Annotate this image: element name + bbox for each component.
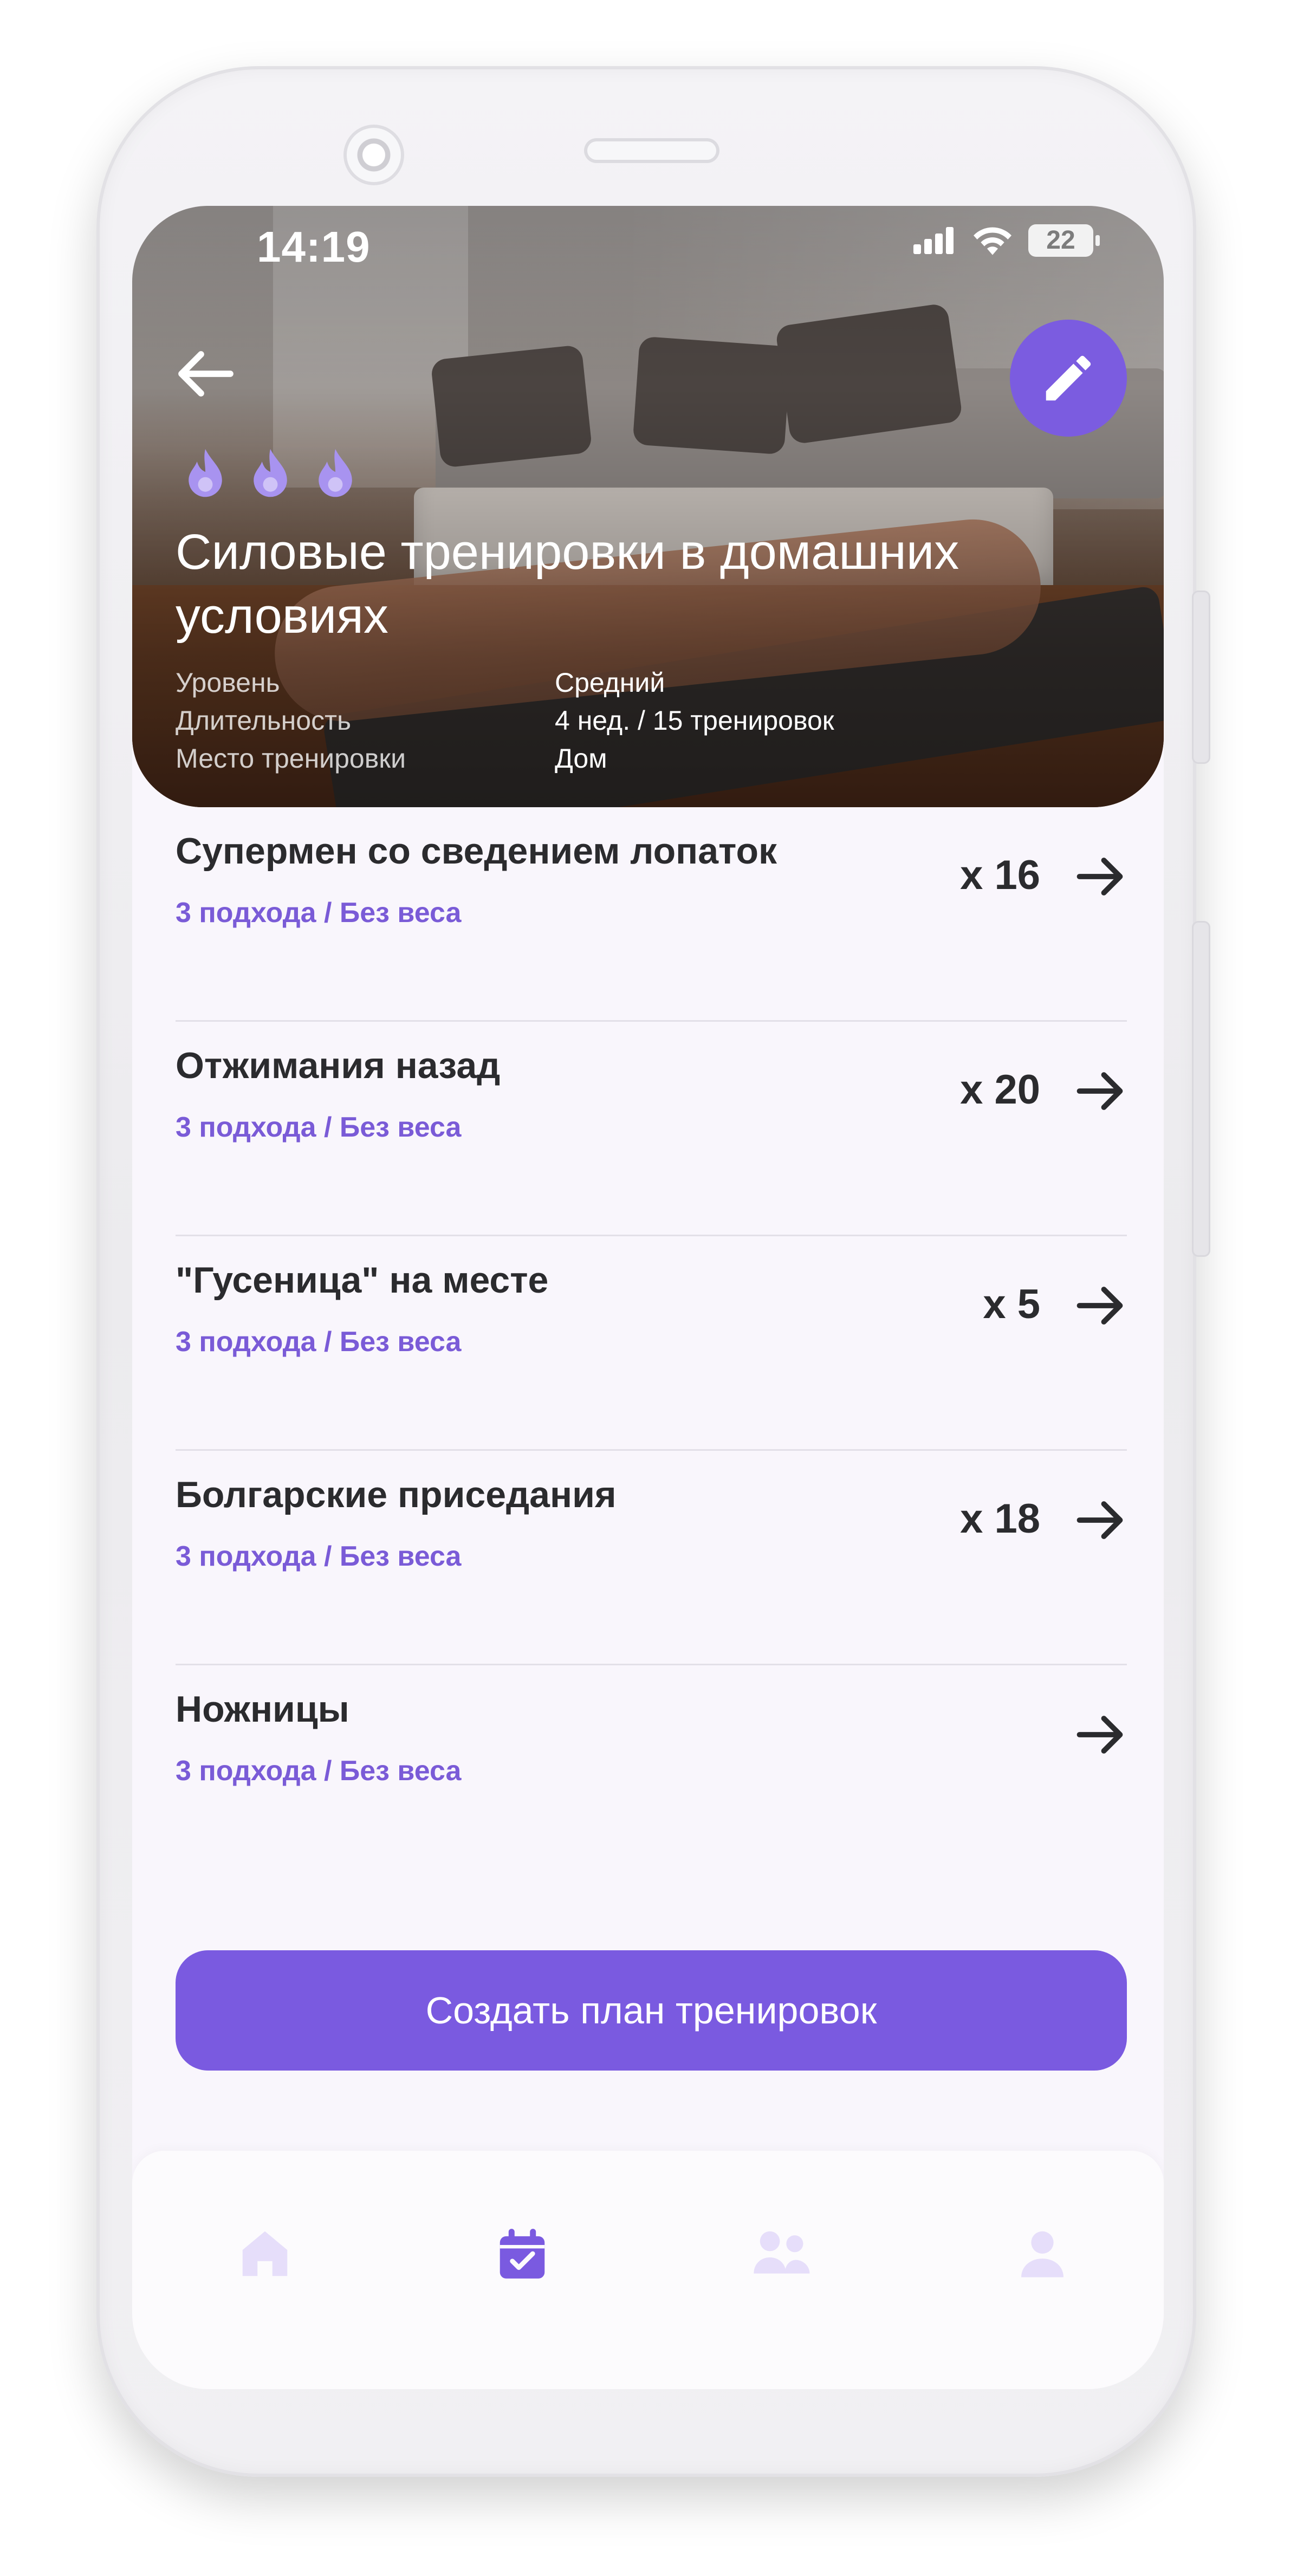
back-button[interactable] — [173, 344, 238, 404]
earpiece-speaker — [584, 138, 719, 163]
edit-button[interactable] — [1010, 320, 1127, 437]
detail-row-duration: Длительность 4 нед. / 15 тренировок — [176, 702, 1042, 739]
detail-value: Дом — [555, 743, 607, 774]
arrow-right-icon[interactable] — [1073, 1708, 1127, 1762]
detail-value: Средний — [555, 667, 665, 698]
exercise-reps: x 5 — [983, 1281, 1040, 1327]
hero-banner: 14:19 22 Силовые тренировки в домашних у… — [132, 206, 1164, 807]
detail-label: Уровень — [176, 667, 280, 698]
detail-row-location: Место тренировки Дом — [176, 739, 1042, 777]
arrow-left-icon — [178, 351, 234, 397]
pencil-icon — [1046, 355, 1091, 401]
detail-value: 4 нед. / 15 тренировок — [555, 705, 834, 736]
exercise-item[interactable]: Болгарские приседания 3 подхода / Без ве… — [176, 1451, 1127, 1665]
exercise-sets: 3 подхода / Без веса — [176, 1326, 462, 1358]
exercise-sets: 3 подхода / Без веса — [176, 1112, 462, 1143]
arrow-right-icon[interactable] — [1073, 849, 1127, 904]
community-icon — [754, 2231, 810, 2274]
exercise-sets: 3 подхода / Без веса — [176, 1541, 462, 1572]
exercise-item[interactable]: Супермен со сведением лопаток 3 подхода … — [176, 807, 1127, 1022]
detail-row-level: Уровень Средний — [176, 664, 1042, 702]
front-camera — [343, 125, 404, 185]
app-screen: 14:19 22 Силовые тренировки в домашних у… — [132, 206, 1164, 2389]
detail-label: Длительность — [176, 705, 352, 736]
exercise-list: Супермен со сведением лопаток 3 подхода … — [176, 807, 1127, 1878]
volume-button — [1192, 591, 1210, 764]
exercise-item[interactable]: "Гусеница" на месте 3 подхода / Без веса… — [176, 1236, 1127, 1451]
exercise-item[interactable]: Отжимания назад 3 подхода / Без веса x 2… — [176, 1022, 1127, 1236]
tab-home[interactable] — [227, 2216, 303, 2292]
program-details: Уровень Средний Длительность 4 нед. / 15… — [176, 664, 1042, 777]
exercise-item[interactable]: Ножницы 3 подхода / Без веса — [176, 1665, 1127, 1878]
page: 14:19 22 Силовые тренировки в домашних у… — [0, 0, 1310, 2576]
create-plan-button[interactable]: Создать план тренировок — [176, 1950, 1127, 2071]
power-button — [1192, 921, 1210, 1257]
exercise-name: Ножницы — [176, 1689, 349, 1730]
arrow-right-icon[interactable] — [1073, 1064, 1127, 1118]
exercise-name: Отжимания назад — [176, 1045, 501, 1086]
exercise-reps: x 18 — [960, 1496, 1040, 1542]
profile-icon — [1021, 2231, 1063, 2277]
arrow-right-icon[interactable] — [1073, 1493, 1127, 1547]
status-icons: 22 — [913, 224, 1100, 257]
exercise-name: Болгарские приседания — [176, 1474, 617, 1515]
tab-plans[interactable] — [484, 2216, 560, 2292]
status-time: 14:19 — [257, 223, 371, 271]
exercise-sets: 3 подхода / Без веса — [176, 1755, 462, 1787]
flame-icon — [181, 444, 230, 504]
arrow-right-icon[interactable] — [1073, 1279, 1127, 1333]
program-title: Силовые тренировки в домашних условиях — [176, 524, 959, 644]
exercise-sets: 3 подхода / Без веса — [176, 897, 462, 929]
wifi-icon — [974, 227, 1011, 255]
signal-icon — [913, 227, 957, 254]
exercise-name: "Гусеница" на месте — [176, 1260, 549, 1301]
battery-indicator: 22 — [1028, 224, 1100, 257]
flame-icon — [246, 444, 295, 504]
bottom-tab-bar — [132, 2151, 1164, 2389]
exercise-name: Супермен со сведением лопаток — [176, 830, 777, 872]
exercise-reps: x 16 — [960, 852, 1040, 898]
calendar-check-icon — [500, 2229, 545, 2279]
home-icon — [242, 2231, 288, 2276]
tab-community[interactable] — [744, 2216, 820, 2292]
exercise-reps: x 20 — [960, 1067, 1040, 1113]
tab-profile[interactable] — [1004, 2216, 1080, 2292]
detail-label: Место тренировки — [176, 743, 406, 774]
flame-icon — [311, 444, 360, 504]
difficulty-indicator — [181, 444, 360, 504]
